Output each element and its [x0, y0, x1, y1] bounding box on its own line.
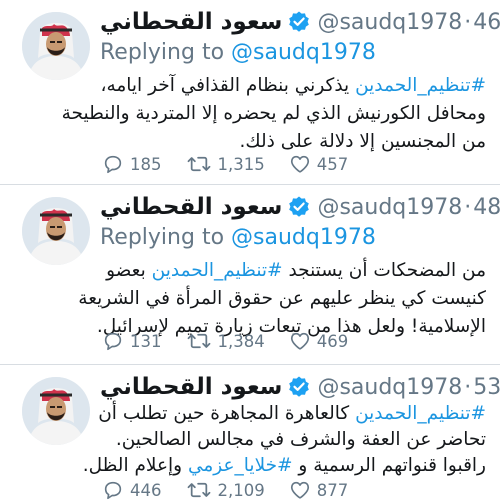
tweet[interactable]: سعود القحطاني @saudq1978 · 48m Replying … [0, 185, 500, 365]
reply-button[interactable]: 131 [102, 330, 162, 352]
retweet-icon [186, 153, 212, 175]
author-name[interactable]: سعود القحطاني [100, 374, 282, 400]
separator-dot: · [464, 9, 472, 35]
tweet-text-segment: من المضحكات أن يستنجد [282, 260, 486, 281]
like-button[interactable]: 457 [289, 153, 349, 175]
tweet-text-line: ومحافل الكورنيش الذي لم يحضره إلا المترد… [61, 103, 486, 124]
tweet-text-segment: يذكرني بنظام القذافي آخر ايامه، [100, 75, 356, 96]
tweet-text-line: تحاضر عن العفة والشرف في مجالس الصالحين. [115, 429, 486, 450]
tweet-timestamp[interactable]: 53m [473, 375, 500, 400]
tweet-text-line: راقبوا قنواتهم الرسمية و #خلايا_عزمي وإع… [83, 453, 486, 479]
author-handle[interactable]: @saudq1978 [317, 195, 462, 220]
author-handle[interactable]: @saudq1978 [317, 375, 462, 400]
tweet-header: سعود القحطاني @saudq1978 · 53m [100, 373, 500, 401]
retweet-button[interactable]: 1,384 [186, 330, 265, 352]
separator-dot: · [464, 194, 472, 220]
tweet-header: سعود القحطاني @saudq1978 · 48m [100, 193, 500, 221]
tweet-text-segment: كالعاهرة المجاهرة حين تطلب أن [98, 403, 356, 424]
reply-icon [102, 330, 124, 352]
verified-badge-icon [287, 195, 311, 219]
separator-dot: · [464, 374, 472, 400]
tweet[interactable]: سعود القحطاني @saudq1978 · 53m #تنظيم_ال… [0, 365, 500, 500]
reply-count: 446 [130, 480, 162, 500]
replying-to: Replying to @saudq1978 [100, 225, 376, 250]
hashtag-link[interactable]: #تنظيم_الحمدين [152, 260, 283, 281]
like-icon [289, 330, 311, 352]
like-count: 469 [316, 331, 349, 351]
tweet-text-segment: بعضو [106, 260, 152, 281]
tweet-timestamp[interactable]: 46m [473, 10, 500, 35]
tweet-actions: 131 1,384 469 [102, 329, 372, 353]
like-icon [289, 153, 311, 175]
tweet-actions: 185 1,315 457 [102, 152, 372, 176]
like-button[interactable]: 469 [289, 330, 349, 352]
tweet-text-line: كنيست كي ينظر عليهم عن حقوق المرأة في ال… [78, 288, 486, 309]
retweet-count: 1,315 [217, 154, 265, 174]
tweet-timestamp[interactable]: 48m [473, 195, 500, 220]
like-count: 877 [316, 480, 349, 500]
tweet-text: #تنظيم_الحمدين يذكرني بنظام القذافي آخر … [61, 72, 486, 156]
hashtag-link[interactable]: #خلايا_عزمي [188, 455, 293, 476]
author-name[interactable]: سعود القحطاني [100, 9, 282, 35]
tweet-text-line: #تنظيم_الحمدين يذكرني بنظام القذافي آخر … [100, 72, 486, 100]
tweet-text-segment: راقبوا قنواتهم الرسمية و [292, 455, 486, 476]
tweet-text-line: من المضحكات أن يستنجد #تنظيم_الحمدين بعض… [100, 257, 486, 285]
avatar-photo-icon [22, 197, 90, 265]
reply-count: 185 [130, 154, 162, 174]
retweet-button[interactable]: 2,109 [186, 479, 265, 501]
retweet-button[interactable]: 1,315 [186, 153, 265, 175]
hashtag-link[interactable]: #تنظيم_الحمدين [355, 403, 486, 424]
hashtag-link[interactable]: #تنظيم_الحمدين [355, 75, 486, 96]
author-handle[interactable]: @saudq1978 [317, 10, 462, 35]
retweet-count: 1,384 [217, 331, 265, 351]
avatar[interactable] [22, 197, 90, 265]
avatar[interactable] [22, 12, 90, 80]
reply-icon [102, 153, 124, 175]
tweet-header: سعود القحطاني @saudq1978 · 46m [100, 8, 500, 36]
verified-badge-icon [287, 10, 311, 34]
retweet-count: 2,109 [217, 480, 265, 500]
reply-icon [102, 479, 124, 501]
replying-to-handle[interactable]: @saudq1978 [231, 40, 376, 65]
retweet-icon [186, 479, 212, 501]
replying-to-label: Replying to [100, 40, 225, 65]
tweet[interactable]: سعود القحطاني @saudq1978 · 46m Replying … [0, 0, 500, 185]
like-count: 457 [316, 154, 349, 174]
replying-to-handle[interactable]: @saudq1978 [231, 225, 376, 250]
avatar[interactable] [22, 377, 90, 445]
avatar-photo-icon [22, 377, 90, 445]
reply-button[interactable]: 185 [102, 153, 162, 175]
like-icon [289, 479, 311, 501]
verified-badge-icon [287, 375, 311, 399]
like-button[interactable]: 877 [289, 479, 349, 501]
tweet-text-line: #تنظيم_الحمدين كالعاهرة المجاهرة حين تطل… [98, 401, 486, 427]
replying-to-label: Replying to [100, 225, 225, 250]
tweet-text: #تنظيم_الحمدين كالعاهرة المجاهرة حين تطل… [83, 401, 486, 479]
tweet-text-segment: وإعلام الظل. [82, 455, 188, 476]
retweet-icon [186, 330, 212, 352]
replying-to: Replying to @saudq1978 [100, 40, 376, 65]
author-name[interactable]: سعود القحطاني [100, 194, 282, 220]
reply-button[interactable]: 446 [102, 479, 162, 501]
avatar-photo-icon [22, 12, 90, 80]
reply-count: 131 [130, 331, 162, 351]
tweet-actions: 446 2,109 877 [102, 478, 372, 502]
